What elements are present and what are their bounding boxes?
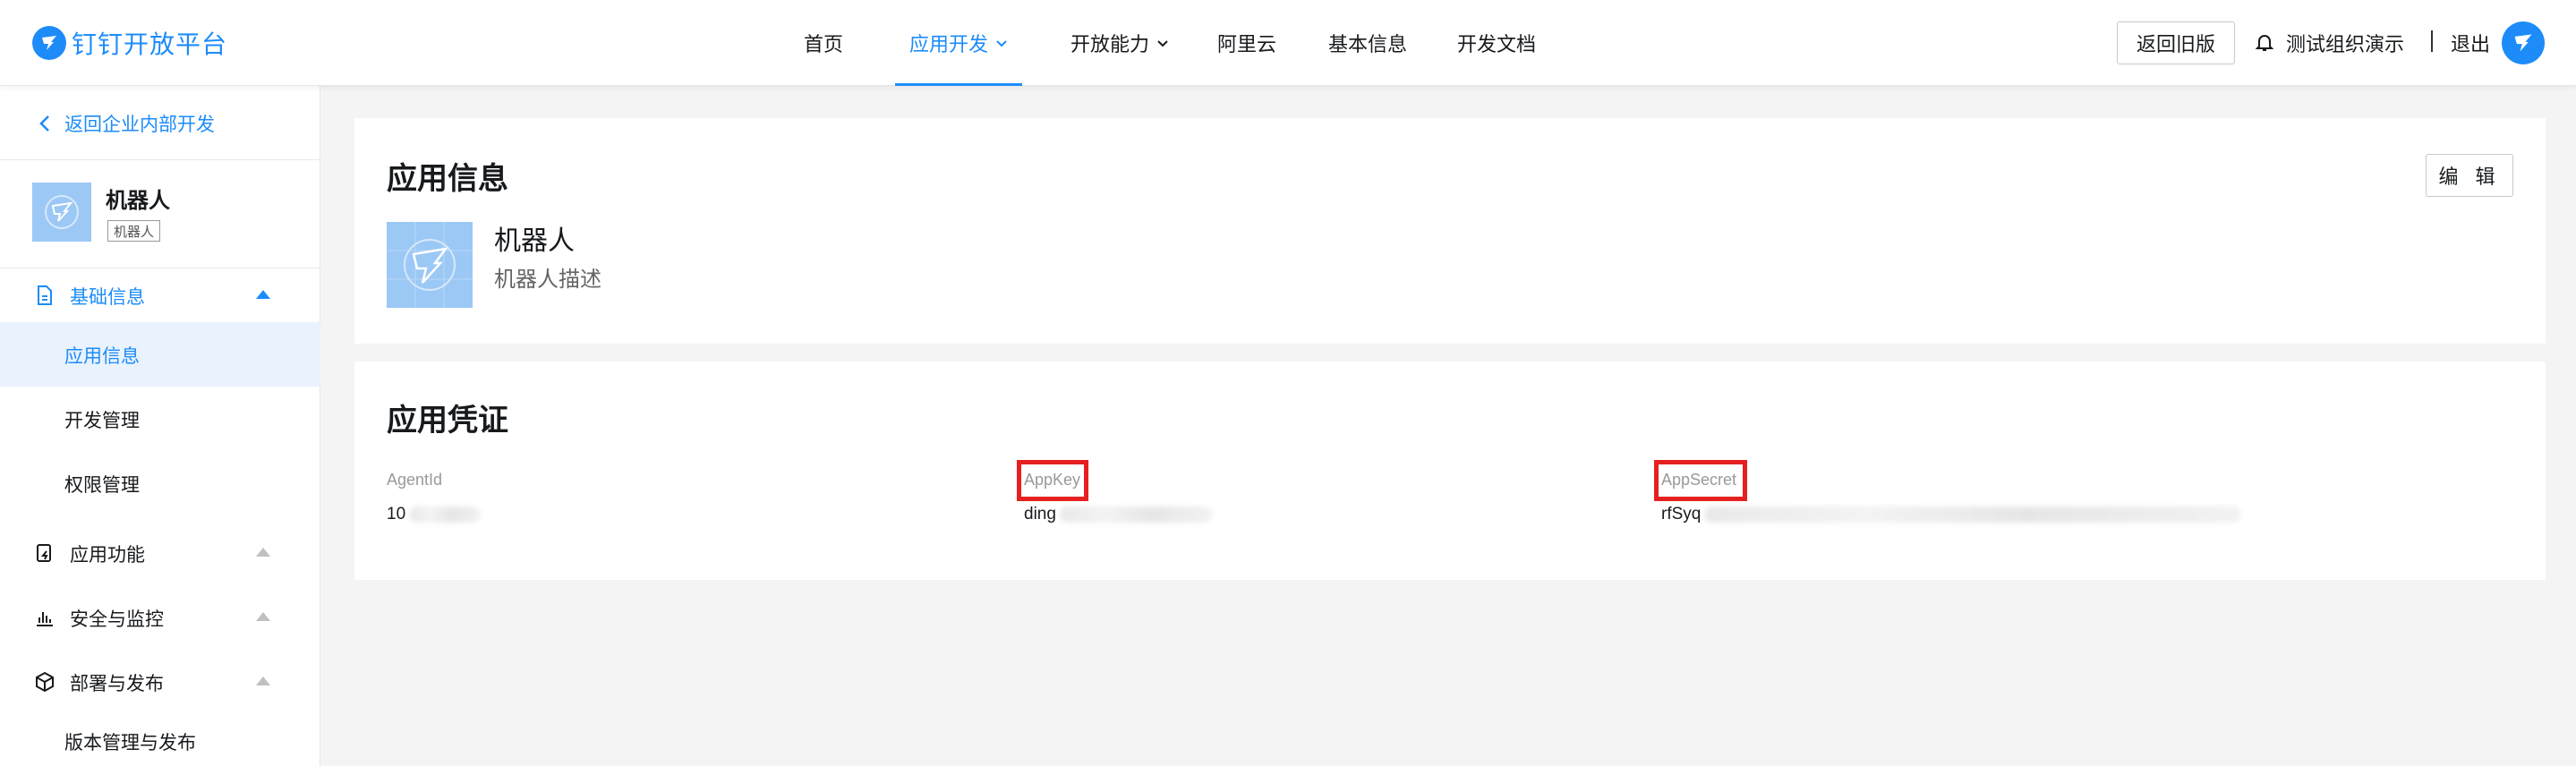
logout-link[interactable]: 退出 <box>2451 21 2490 64</box>
sidebar-group-label: 基础信息 <box>70 286 145 308</box>
platform-logo[interactable]: 钉钉开放平台 <box>32 23 227 63</box>
sidebar-group-deploy-release[interactable]: 部署与发布 <box>0 655 320 709</box>
app-info-name: 机器人 <box>494 226 575 257</box>
app-icon <box>32 183 91 242</box>
sidebar-group-security-monitoring[interactable]: 安全与监控 <box>0 591 320 644</box>
dingtalk-logo-icon <box>32 26 66 60</box>
sidebar-item-dev-management[interactable]: 开发管理 <box>0 387 320 451</box>
sidebar-app-name: 机器人 <box>106 188 170 213</box>
cube-icon <box>36 671 54 693</box>
appsecret-value[interactable]: rfSyq <box>1661 505 2242 524</box>
sidebar-item-label: 应用信息 <box>64 345 140 367</box>
sidebar-item-permission-management[interactable]: 权限管理 <box>0 451 320 515</box>
nav-open-capability[interactable]: 开放能力 <box>1070 0 1169 86</box>
sidebar-item-app-info[interactable]: 应用信息 <box>0 322 320 387</box>
nav-aliyun[interactable]: 阿里云 <box>1217 0 1276 86</box>
robot-app-icon <box>45 195 79 229</box>
appkey-label: AppKey <box>1024 471 1081 489</box>
app-icon-large <box>387 222 473 308</box>
nav-app-dev-label: 应用开发 <box>909 34 989 56</box>
sidebar: 返回企业内部开发 机器人 机器人 基础信息 应用信息 开发管理 权限管理 应用功… <box>0 86 320 766</box>
nav-aliyun-label: 阿里云 <box>1217 34 1277 56</box>
appsecret-value-text: rfSyq <box>1661 505 1702 523</box>
masked-value <box>1059 506 1212 523</box>
org-switcher[interactable]: 测试组织演示 <box>2256 21 2404 64</box>
sidebar-item-label: 开发管理 <box>64 410 140 431</box>
nav-open-capability-label: 开放能力 <box>1070 34 1150 56</box>
chevron-down-icon <box>996 40 1007 47</box>
chevron-left-icon <box>39 115 49 132</box>
org-name: 测试组织演示 <box>2286 34 2405 56</box>
bell-icon <box>2256 35 2273 51</box>
nav-app-dev[interactable]: 应用开发 <box>895 0 1023 86</box>
caret-up-icon <box>256 290 270 299</box>
app-info-description: 机器人描述 <box>494 267 601 292</box>
document-icon <box>38 285 52 305</box>
bar-chart-icon <box>37 612 53 626</box>
sidebar-group-basic-info[interactable]: 基础信息 <box>0 268 320 322</box>
user-avatar[interactable] <box>2502 21 2545 64</box>
agentid-label: AgentId <box>387 471 443 489</box>
masked-value <box>409 506 482 523</box>
app-function-icon <box>37 544 51 562</box>
sidebar-item-label: 版本管理与发布 <box>64 732 196 753</box>
app-info-title: 应用信息 <box>387 161 508 197</box>
caret-up-icon <box>256 677 270 685</box>
nav-basic-info-label: 基本信息 <box>1328 34 1408 56</box>
appkey-value-text: ding <box>1024 505 1056 523</box>
sidebar-item-version-release[interactable]: 版本管理与发布 <box>0 709 320 766</box>
sidebar-group-label: 部署与发布 <box>70 673 164 694</box>
edit-button[interactable]: 编 辑 <box>2426 154 2513 197</box>
back-to-internal-dev-link[interactable]: 返回企业内部开发 <box>39 109 215 138</box>
sidebar-divider <box>0 159 320 160</box>
agentid-value-text: 10 <box>387 505 406 523</box>
nav-home-label: 首页 <box>804 34 844 56</box>
sidebar-group-label: 安全与监控 <box>70 609 164 630</box>
nav-dev-docs[interactable]: 开发文档 <box>1457 0 1536 86</box>
chevron-down-icon <box>1157 40 1168 47</box>
back-link-label: 返回企业内部开发 <box>64 114 215 135</box>
sidebar-group-app-function[interactable]: 应用功能 <box>0 526 320 580</box>
app-info-card: 应用信息 编 辑 机器人 机器人描述 <box>354 118 2546 344</box>
sidebar-item-label: 权限管理 <box>64 474 140 496</box>
back-to-old-version-button[interactable]: 返回旧版 <box>2117 21 2235 64</box>
platform-logo-text: 钉钉开放平台 <box>72 30 228 59</box>
appsecret-label: AppSecret <box>1661 471 1737 489</box>
appkey-value[interactable]: ding <box>1024 505 1212 524</box>
caret-up-icon <box>256 548 270 557</box>
dingtalk-avatar-icon <box>2514 34 2532 52</box>
sidebar-app-tag: 机器人 <box>107 220 161 242</box>
nav-active-underline <box>895 83 1023 86</box>
sidebar-group-label: 应用功能 <box>70 544 145 566</box>
robot-app-icon <box>387 222 473 308</box>
nav-dev-docs-label: 开发文档 <box>1457 34 1537 56</box>
nav-home[interactable]: 首页 <box>804 0 843 86</box>
nav-basic-info[interactable]: 基本信息 <box>1328 0 1407 86</box>
agentid-value[interactable]: 10 <box>387 505 482 524</box>
caret-up-icon <box>256 612 270 621</box>
masked-value <box>1704 506 2242 523</box>
header-divider <box>2431 30 2433 52</box>
credentials-title: 应用凭证 <box>387 403 508 438</box>
top-header: 钉钉开放平台 首页 应用开发 开放能力 阿里云 基本信息 开发文档 返回旧版 测… <box>0 0 2576 86</box>
credentials-card: 应用凭证 AgentId 10 AppKey ding AppSecret rf… <box>354 362 2546 580</box>
